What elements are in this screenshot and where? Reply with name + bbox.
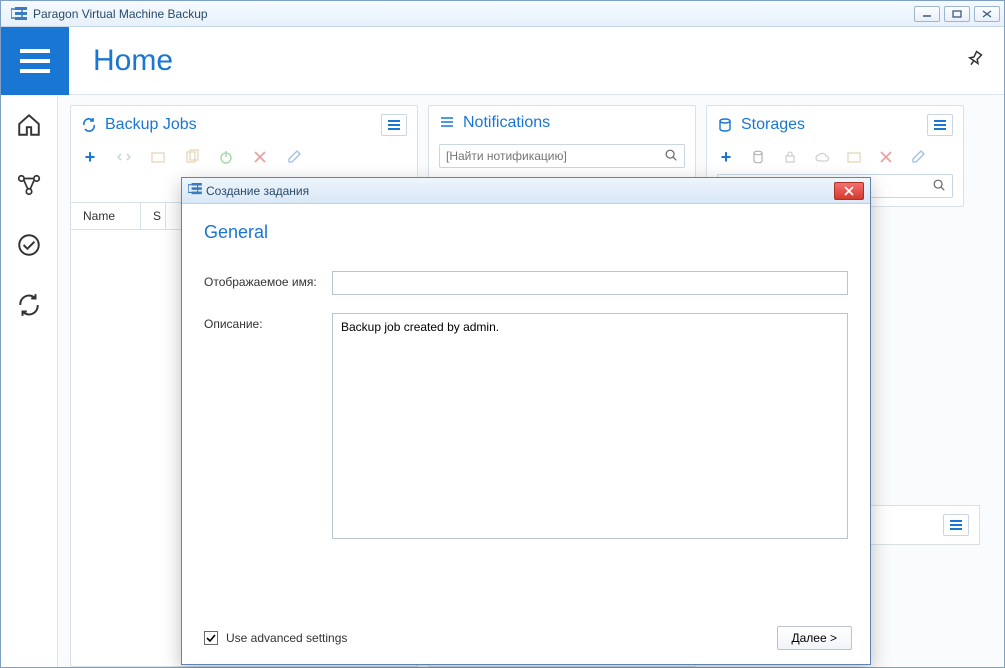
description-textarea[interactable]	[332, 313, 848, 539]
storage-db-icon	[749, 148, 767, 166]
pin-icon[interactable]	[966, 50, 984, 71]
right-edge	[974, 105, 992, 667]
sidebar-item-home[interactable]	[13, 109, 45, 141]
maximize-button[interactable]	[944, 6, 970, 22]
app-icon	[188, 183, 202, 198]
backup-panel-header: Backup Jobs	[71, 106, 417, 144]
link-icon	[115, 148, 133, 166]
copy-icon	[183, 148, 201, 166]
delete-storage-icon	[877, 148, 895, 166]
sidebar-item-verify[interactable]	[13, 229, 45, 261]
dialog-footer: Use advanced settings Далее >	[182, 616, 870, 664]
storages-panel-menu[interactable]	[927, 114, 953, 136]
window-controls	[914, 6, 1000, 22]
create-job-dialog: Создание задания General Отображаемое им…	[181, 177, 871, 665]
backup-panel-menu[interactable]	[381, 114, 407, 136]
edit-icon	[285, 148, 303, 166]
search-icon[interactable]	[664, 148, 678, 165]
advanced-settings-label: Use advanced settings	[226, 631, 347, 645]
advanced-settings-checkbox[interactable]: Use advanced settings	[204, 631, 347, 645]
checkbox-icon	[204, 631, 218, 645]
dialog-close-button[interactable]	[834, 182, 864, 200]
notifications-panel-header: Notifications	[429, 106, 695, 140]
notifications-search[interactable]	[439, 144, 685, 168]
search-icon[interactable]	[932, 178, 946, 195]
notifications-search-input[interactable]	[446, 149, 658, 163]
sidebar	[1, 95, 58, 667]
notifications-body	[429, 140, 695, 178]
backup-toolbar: +	[71, 144, 417, 174]
storages-title: Storages	[741, 116, 805, 134]
database-icon	[717, 117, 733, 133]
storages-toolbar: +	[707, 144, 963, 174]
dialog-titlebar[interactable]: Создание задания	[182, 178, 870, 204]
column-name[interactable]: Name	[71, 203, 141, 229]
page-title: Home	[93, 44, 173, 78]
column-s[interactable]: S	[141, 203, 166, 229]
dialog-section-title: General	[204, 222, 848, 243]
sidebar-item-graph[interactable]	[13, 169, 45, 201]
display-name-row: Отображаемое имя:	[204, 271, 848, 295]
backup-panel-title: Backup Jobs	[105, 116, 197, 134]
storages-panel-header: Storages	[707, 106, 963, 144]
delete-icon	[251, 148, 269, 166]
app-window: Paragon Virtual Machine Backup Home	[0, 0, 1005, 668]
add-storage-button[interactable]: +	[717, 148, 735, 166]
minimize-button[interactable]	[914, 6, 940, 22]
sidebar-item-refresh[interactable]	[13, 289, 45, 321]
display-name-input[interactable]	[332, 271, 848, 295]
dialog-title: Создание задания	[206, 184, 309, 198]
app-icon	[11, 7, 27, 21]
folder-icon	[149, 148, 167, 166]
title-bar: Paragon Virtual Machine Backup	[1, 1, 1004, 27]
refresh-icon	[81, 117, 97, 133]
list-icon	[439, 115, 455, 131]
add-job-button[interactable]: +	[81, 148, 99, 166]
app-title: Paragon Virtual Machine Backup	[33, 7, 208, 21]
notifications-title: Notifications	[463, 114, 550, 132]
dialog-body: General Отображаемое имя: Описание:	[182, 204, 870, 616]
display-name-label: Отображаемое имя:	[204, 271, 332, 289]
cloud-icon	[813, 148, 831, 166]
next-button[interactable]: Далее >	[777, 626, 853, 650]
folder2-icon	[845, 148, 863, 166]
description-row: Описание:	[204, 313, 848, 539]
close-button[interactable]	[974, 6, 1000, 22]
edit-storage-icon	[909, 148, 927, 166]
power-icon	[217, 148, 235, 166]
hamburger-menu-button[interactable]	[1, 27, 69, 95]
description-label: Описание:	[204, 313, 332, 331]
main-header: Home	[1, 27, 1004, 95]
extra-panel-menu[interactable]	[943, 514, 969, 536]
lock-icon	[781, 148, 799, 166]
